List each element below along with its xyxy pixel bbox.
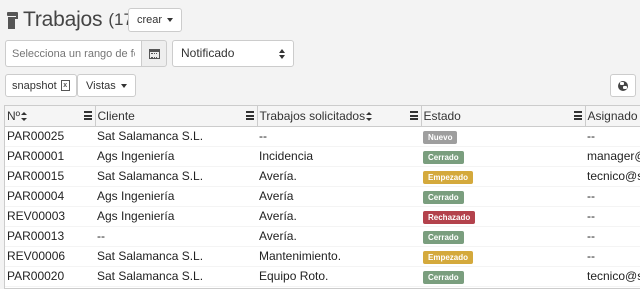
cell-asignado: -- <box>585 186 640 207</box>
cell-asignado: manager@ <box>585 146 640 167</box>
column-header-asignado[interactable]: Asignado <box>585 106 640 127</box>
cell-estado: Empezado <box>421 166 585 187</box>
table-body: PAR00025 Sat Salamanca S.L. -- Nuevo -- PAR00… <box>5 126 640 287</box>
cell-trabajo: Avería <box>257 186 421 207</box>
table-row[interactable]: PAR00015 Sat Salamanca S.L. Avería. Empezad… <box>5 166 640 187</box>
wrench-icon <box>6 11 20 29</box>
cell-trabajo: Avería. <box>257 206 421 227</box>
table-row[interactable]: REV00006 Sat Salamanca S.L. Mantenimiento.… <box>5 246 640 267</box>
cell-num: REV00003 <box>5 206 95 227</box>
excel-icon: x <box>60 80 70 91</box>
column-header-estado[interactable]: Estado <box>421 106 586 127</box>
cell-estado: Cerrado <box>421 186 585 207</box>
status-badge: Nuevo <box>423 130 458 144</box>
table-row[interactable]: PAR00004 Ags Ingeniería Avería Cerrado -- <box>5 186 640 207</box>
column-header-trabajos[interactable]: Trabajos solicitados <box>257 106 422 127</box>
cell-asignado: -- <box>585 206 640 227</box>
cell-trabajo: Incidencia <box>257 146 421 167</box>
cell-asignado: -- <box>585 126 640 147</box>
create-button-label: crear <box>137 14 163 26</box>
cell-num: PAR00004 <box>5 186 95 207</box>
cell-num: PAR00025 <box>5 126 95 147</box>
cell-num: PAR00020 <box>5 266 95 287</box>
column-menu-icon[interactable] <box>83 111 92 120</box>
cell-trabajo: Avería. <box>257 226 421 247</box>
calendar-button[interactable] <box>141 40 167 67</box>
views-dropdown-button[interactable]: Vistas <box>77 74 136 97</box>
cell-asignado: -- <box>585 226 640 247</box>
column-menu-icon[interactable] <box>573 111 582 120</box>
cell-cliente: Ags Ingeniería <box>95 186 257 207</box>
cell-cliente: Ags Ingeniería <box>95 206 257 227</box>
globe-icon <box>618 80 628 91</box>
cell-cliente: Ags Ingeniería <box>95 146 257 167</box>
status-filter-select[interactable]: Notificado <box>172 40 294 67</box>
cell-cliente: Sat Salamanca S.L. <box>95 166 257 187</box>
snapshot-label: snapshot <box>12 79 57 92</box>
sort-icon[interactable] <box>366 112 373 122</box>
jobs-table: Nº Cliente Trabajos solicitados Estado A… <box>4 105 640 289</box>
calendar-icon <box>148 48 160 59</box>
table-row[interactable]: PAR00001 Ags Ingeniería Incidencia Cerrado m… <box>5 146 640 167</box>
caret-down-icon <box>120 83 127 88</box>
status-badge: Empezado <box>423 170 474 184</box>
table-row[interactable]: REV00003 Ags Ingeniería Avería. Rechazado -- <box>5 206 640 227</box>
cell-estado: Rechazado <box>421 206 585 227</box>
cell-cliente: Sat Salamanca S.L. <box>95 246 257 267</box>
status-badge: Cerrado <box>423 230 464 244</box>
cell-estado: Cerrado <box>421 146 585 167</box>
cell-trabajo: Avería. <box>257 166 421 187</box>
globe-button[interactable] <box>610 74 636 97</box>
snapshot-button[interactable]: snapshot x <box>5 74 77 97</box>
cell-cliente: Sat Salamanca S.L. <box>95 126 257 147</box>
cell-asignado: tecnico@s <box>585 166 640 187</box>
table-row[interactable]: PAR00013 -- Avería. Cerrado -- <box>5 226 640 247</box>
caret-down-icon <box>167 18 174 22</box>
column-menu-icon[interactable] <box>409 111 418 120</box>
sort-icon[interactable] <box>21 112 28 122</box>
status-badge: Rechazado <box>423 210 476 224</box>
cell-cliente: Sat Salamanca S.L. <box>95 266 257 287</box>
table-header-row: Nº Cliente Trabajos solicitados Estado A… <box>5 106 640 127</box>
cell-estado: Nuevo <box>421 126 585 147</box>
cell-num: REV00006 <box>5 246 95 267</box>
status-badge: Cerrado <box>423 190 464 204</box>
date-range-input[interactable] <box>5 40 141 67</box>
column-menu-icon[interactable] <box>245 111 254 120</box>
cell-asignado: -- <box>585 246 640 267</box>
page-header: Trabajos (17) <box>6 6 139 34</box>
status-badge: Cerrado <box>423 270 464 284</box>
page: Trabajos (17) crear Notificado snapshot … <box>0 0 640 289</box>
cell-estado: Cerrado <box>421 266 585 287</box>
cell-estado: Empezado <box>421 246 585 267</box>
status-badge: Cerrado <box>423 150 464 164</box>
views-label: Vistas <box>86 79 116 92</box>
date-range-picker <box>5 40 167 67</box>
updown-icon <box>279 49 285 59</box>
cell-estado: Cerrado <box>421 226 585 247</box>
cell-cliente: -- <box>95 226 257 247</box>
cell-num: PAR00013 <box>5 226 95 247</box>
cell-num: PAR00015 <box>5 166 95 187</box>
status-badge: Empezado <box>423 250 474 264</box>
page-title: Trabajos <box>23 8 103 31</box>
create-button[interactable]: crear <box>128 8 183 32</box>
status-filter-value: Notificado <box>181 46 235 60</box>
column-header-num[interactable]: Nº <box>5 106 96 127</box>
cell-asignado: tecnico@s <box>585 266 640 287</box>
column-header-cliente[interactable]: Cliente <box>95 106 258 127</box>
cell-num: PAR00001 <box>5 146 95 167</box>
table-row[interactable]: PAR00025 Sat Salamanca S.L. -- Nuevo -- <box>5 126 640 147</box>
cell-trabajo: Mantenimiento. <box>257 246 421 267</box>
table-row[interactable]: PAR00020 Sat Salamanca S.L. Equipo Roto. Ce… <box>5 266 640 287</box>
cell-trabajo: -- <box>257 126 421 147</box>
cell-trabajo: Equipo Roto. <box>257 266 421 287</box>
